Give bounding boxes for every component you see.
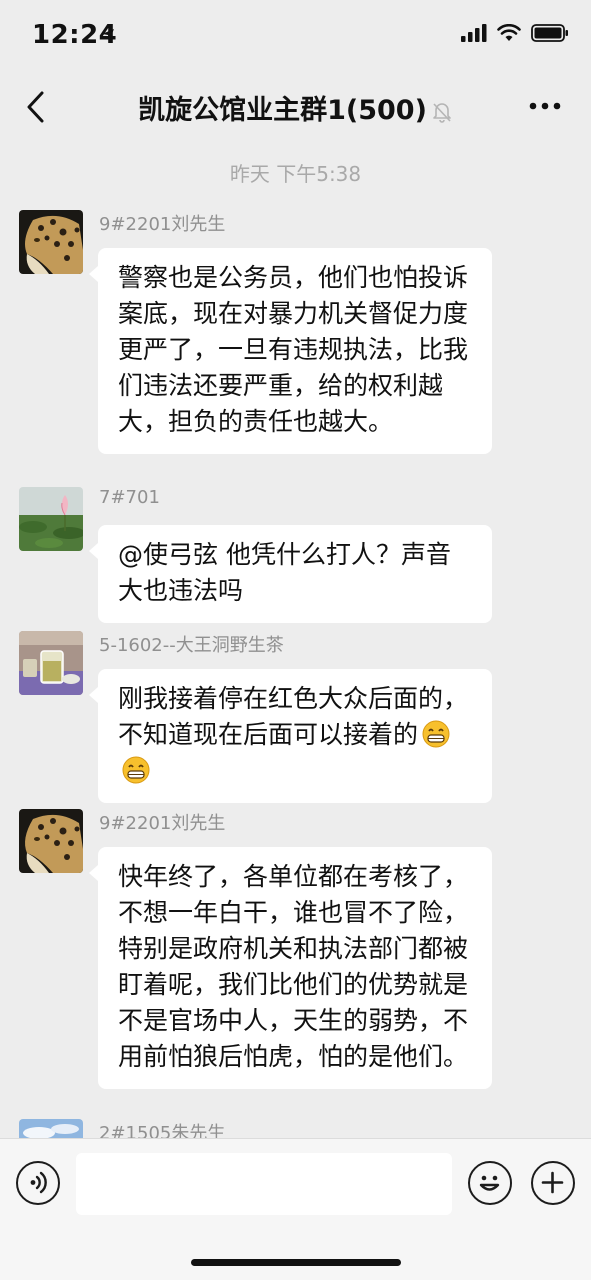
wifi-icon <box>497 24 521 41</box>
sender-name: 5-1602--大王洞野生茶 <box>99 635 284 656</box>
avatar-leopard[interactable] <box>19 210 83 274</box>
sender-name: 9#2201刘先生 <box>99 813 226 834</box>
message-item: 5-1602--大王洞野生茶 刚我接着停在红色大众后面的，不知道现在后面可以接着… <box>19 631 579 803</box>
chat-title[interactable]: 凯旋公馆业主群1(500) <box>0 88 591 127</box>
smiley-icon[interactable] <box>468 1161 512 1205</box>
sender-name: 2#1505朱先生 <box>99 1123 226 1138</box>
chat-header: 凯旋公馆业主群1(500) <box>0 70 591 142</box>
home-indicator <box>191 1259 401 1266</box>
message-item: 9#2201刘先生 警察也是公务员，他们也怕投诉案底，现在对暴力机关督促力度更严… <box>19 210 579 470</box>
plus-icon[interactable] <box>531 1161 575 1205</box>
sender-name: 9#2201刘先生 <box>99 214 226 235</box>
message-list[interactable]: 9#2201刘先生 警察也是公务员，他们也怕投诉案底，现在对暴力机关督促力度更严… <box>0 195 591 1138</box>
message-bubble[interactable]: 快年终了，各单位都在考核了，不想一年白干，谁也冒不了险，特别是政府机关和执法部门… <box>89 847 492 1089</box>
message-bubble[interactable]: @使弓弦 他凭什么打人？声音大也违法吗 <box>89 525 492 623</box>
message-bubble[interactable]: 刚我接着停在红色大众后面的，不知道现在后面可以接着的 <box>89 669 492 803</box>
status-bar: 12:24 <box>0 0 591 70</box>
avatar-lotus[interactable] <box>19 487 83 551</box>
grin-emoji-icon <box>122 756 150 784</box>
message-item: 7#701 @使弓弦 他凭什么打人？声音大也违法吗 <box>19 487 579 623</box>
avatar-sky[interactable] <box>19 1119 83 1138</box>
grin-emoji-icon <box>422 720 450 748</box>
avatar-leopard[interactable] <box>19 809 83 873</box>
avatar-tea[interactable] <box>19 631 83 695</box>
voice-icon[interactable] <box>16 1161 60 1205</box>
message-item: 2#1505朱先生 <box>19 1119 579 1138</box>
location-arrow-icon <box>102 29 114 41</box>
ellipsis-icon[interactable] <box>529 100 561 112</box>
chat-timestamp: 昨天 下午5:38 <box>229 162 362 186</box>
message-input[interactable] <box>76 1153 452 1215</box>
sender-name: 7#701 <box>99 487 160 508</box>
bell-slash-icon <box>433 102 451 123</box>
group-name: 凯旋公馆业主群1(500) <box>138 95 427 126</box>
message-text: 刚我接着停在红色大众后面的，不知道现在后面可以接着的 <box>118 684 469 749</box>
message-bubble[interactable]: 警察也是公务员，他们也怕投诉案底，现在对暴力机关督促力度更严了，一旦有违规执法，… <box>89 248 492 454</box>
cellular-signal-icon <box>461 24 487 42</box>
battery-icon <box>531 24 568 42</box>
message-item: 9#2201刘先生 快年终了，各单位都在考核了，不想一年白干，谁也冒不了险，特别… <box>19 809 579 1109</box>
